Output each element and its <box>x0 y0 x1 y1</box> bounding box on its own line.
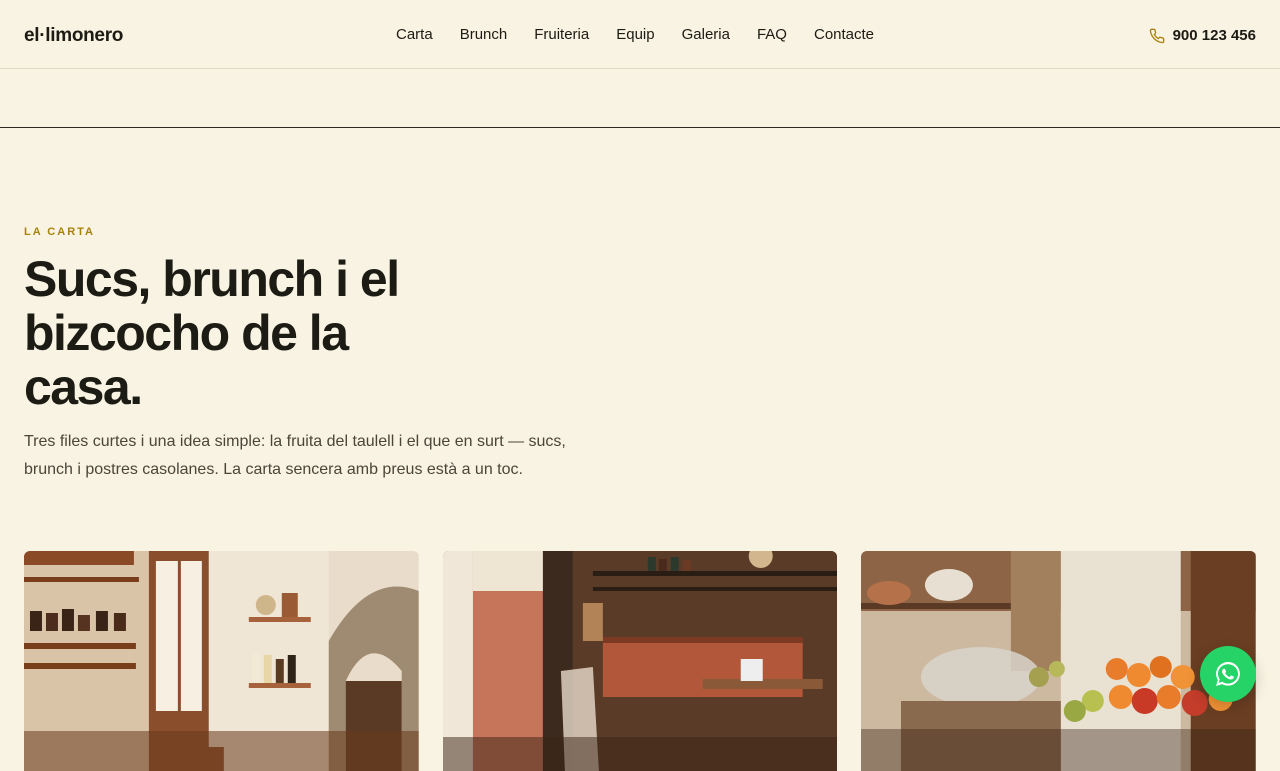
whatsapp-icon <box>1216 662 1240 686</box>
cafe-interior-image <box>24 551 419 771</box>
phone-icon <box>1149 28 1164 44</box>
whatsapp-button[interactable] <box>1200 646 1256 702</box>
menu-cards <box>24 551 1257 771</box>
nav-item-carta[interactable]: Carta <box>382 26 446 43</box>
fruit-display-image <box>861 551 1257 771</box>
menu-card-image[interactable] <box>442 551 838 771</box>
site-header: el·limonero Carta Brunch Fruiteria Equip… <box>0 0 1280 69</box>
section-lede: Tres files curtes i una idea simple: la … <box>24 433 566 478</box>
phone-number: 900 123 456 <box>1172 26 1256 44</box>
menu-card-image[interactable] <box>861 551 1257 771</box>
section-eyebrow: LA CARTA <box>24 226 95 238</box>
phone-link[interactable]: 900 123 456 <box>1149 26 1256 44</box>
nav-item-brunch[interactable]: Brunch <box>446 26 521 43</box>
nav-item-faq[interactable]: FAQ <box>743 26 800 43</box>
logo[interactable]: el·limonero <box>24 25 123 47</box>
section-divider <box>0 127 1280 128</box>
nav-item-fruiteria[interactable]: Fruiteria <box>520 26 602 43</box>
bar-counter-image <box>442 551 838 771</box>
main-nav: Carta Brunch Fruiteria Equip Galeria FAQ… <box>382 0 887 69</box>
nav-item-galeria[interactable]: Galeria <box>668 26 743 43</box>
nav-item-equip[interactable]: Equip <box>602 26 667 43</box>
section-title: Sucs, brunch i el bizcocho de la casa. <box>24 251 400 415</box>
nav-item-contacte[interactable]: Contacte <box>800 26 887 43</box>
menu-card-image[interactable] <box>24 551 419 771</box>
